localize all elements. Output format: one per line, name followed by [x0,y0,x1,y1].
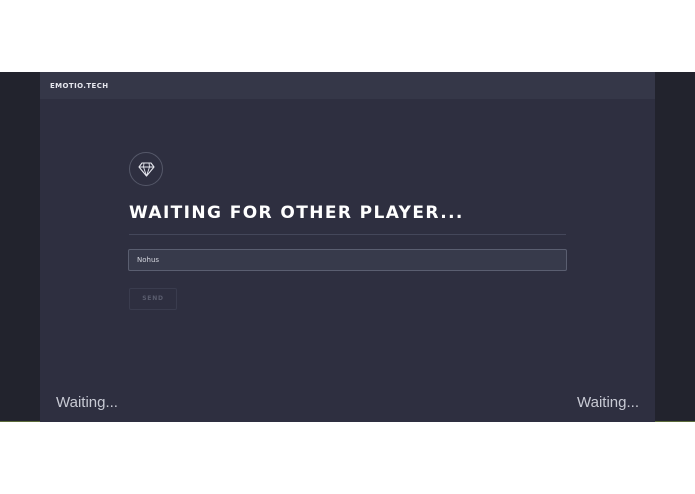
player-right-status: Waiting... [577,394,639,411]
brand-logo-text[interactable]: EMOTIO.TECH [50,82,109,90]
top-bar: EMOTIO.TECH [40,72,655,99]
app-panel: EMOTIO.TECH WAITING FOR OTHER PLAYER... … [40,72,655,422]
player-left-status: Waiting... [56,394,118,411]
diamond-icon [129,152,163,186]
send-button[interactable]: SEND [129,288,177,310]
name-input[interactable] [128,249,567,271]
title-divider [129,234,566,235]
page-title: WAITING FOR OTHER PLAYER... [129,203,464,223]
